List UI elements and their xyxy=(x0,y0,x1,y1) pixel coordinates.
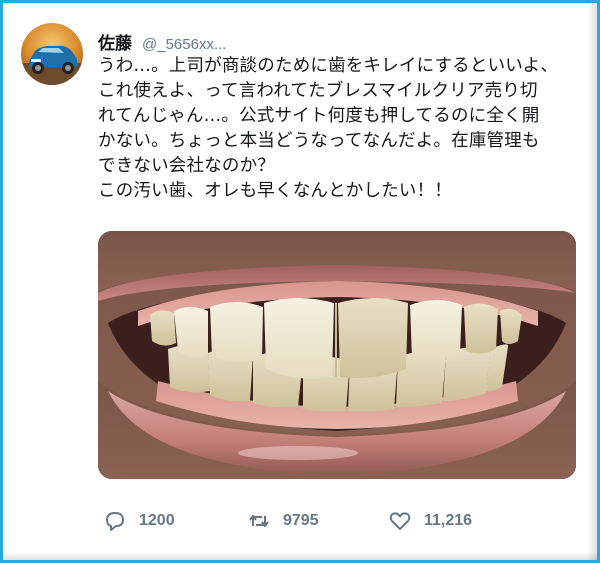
speech-bubble-icon xyxy=(103,509,127,533)
tweet-media-image[interactable] xyxy=(98,231,576,479)
retweet-arrows-icon xyxy=(247,509,271,533)
like-button[interactable]: 11,216 xyxy=(388,506,472,536)
tweet-header: 佐藤 @_5656xx... xyxy=(98,29,226,54)
tweet-card: 佐藤 @_5656xx... うわ…。上司が商談のために歯をキレイにするといいよ… xyxy=(0,0,600,563)
retweet-button[interactable]: 9795 xyxy=(247,506,319,536)
retweet-count: 9795 xyxy=(283,512,319,529)
heart-outline-icon xyxy=(388,509,412,533)
avatar[interactable] xyxy=(21,23,83,85)
tweet-actions: 1200 9795 11,216 xyxy=(103,506,573,536)
like-count: 11,216 xyxy=(424,512,473,529)
teeth-photo xyxy=(98,231,576,479)
card-shadow-right xyxy=(587,3,597,560)
avatar-car-image xyxy=(21,23,83,85)
reply-button[interactable]: 1200 xyxy=(103,506,175,536)
reply-count: 1200 xyxy=(139,512,175,529)
user-handle[interactable]: @_5656xx... xyxy=(142,36,226,53)
display-name[interactable]: 佐藤 xyxy=(98,29,132,54)
card-shadow-bottom xyxy=(3,552,597,560)
tweet-text: うわ…。上司が商談のために歯をキレイにするといいよ、 これ使えよ、って言われてた… xyxy=(98,56,559,201)
